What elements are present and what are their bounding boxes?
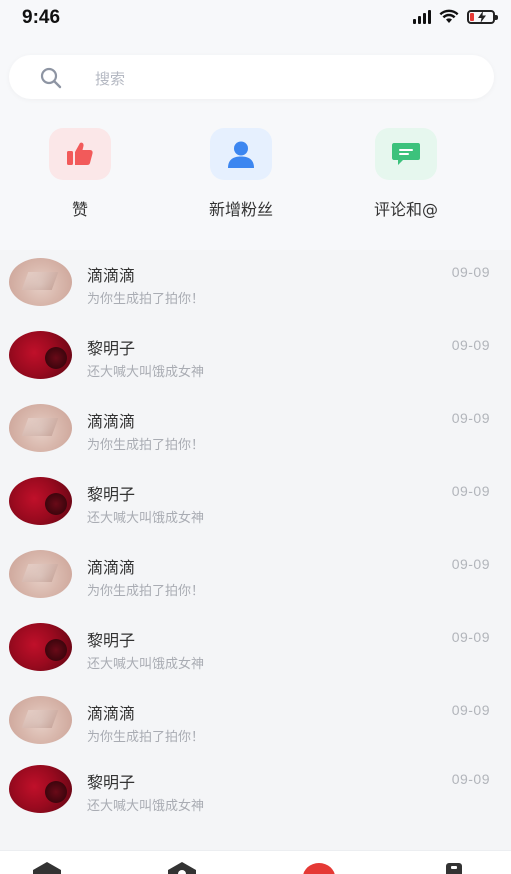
message-date: 09-09 <box>451 410 490 426</box>
quick-action-label: 评论和@ <box>373 200 438 219</box>
quick-actions: 赞 新增粉丝 评论和@ <box>0 128 511 228</box>
avatar <box>9 331 72 379</box>
message-list: 滴滴滴 为你生成拍了拍你！ 09-09 黎明子 还大喊大叫饿成女神 09-09 … <box>0 250 511 830</box>
message-row[interactable]: 黎明子 还大喊大叫饿成女神 09-09 <box>0 469 511 542</box>
message-preview: 为你生成拍了拍你！ <box>87 730 205 745</box>
avatar <box>9 765 72 813</box>
signal-icon <box>413 9 431 24</box>
comments-icon-box <box>375 128 437 180</box>
thumbs-up-icon <box>67 142 93 165</box>
status-bar: 9:46 <box>0 0 511 36</box>
search-bar[interactable]: 搜索 <box>9 55 494 99</box>
message-preview: 为你生成拍了拍你！ <box>87 438 205 453</box>
sender-name: 滴滴滴 <box>87 704 136 723</box>
message-row[interactable]: 滴滴滴 为你生成拍了拍你！ 09-09 <box>0 688 511 757</box>
message-date: 09-09 <box>451 702 490 718</box>
message-row[interactable]: 黎明子 还大喊大叫饿成女神 09-09 <box>0 323 511 396</box>
message-preview: 还大喊大叫饿成女神 <box>87 799 205 814</box>
publish-icon[interactable] <box>302 861 336 874</box>
message-date: 09-09 <box>451 264 490 280</box>
message-preview: 为你生成拍了拍你！ <box>87 292 205 307</box>
avatar <box>9 477 72 525</box>
message-date: 09-09 <box>451 556 490 572</box>
message-date: 09-09 <box>451 771 490 787</box>
messages-page: 9:46 搜索 赞 新增粉丝 评论和@ 滴滴滴 为你生成拍了拍你！ 09-09 … <box>0 0 511 874</box>
quick-action-new-fans[interactable]: 新增粉丝 <box>166 128 316 220</box>
sender-name: 滴滴滴 <box>87 412 136 431</box>
sender-name: 滴滴滴 <box>87 558 136 577</box>
sender-name: 黎明子 <box>87 485 136 504</box>
search-icon <box>40 67 62 89</box>
message-row[interactable]: 滴滴滴 为你生成拍了拍你！ 09-09 <box>0 396 511 469</box>
sender-name: 滴滴滴 <box>87 266 136 285</box>
battery-icon <box>467 9 498 24</box>
message-row[interactable]: 黎明子 还大喊大叫饿成女神 09-09 <box>0 615 511 688</box>
status-time: 9:46 <box>22 7 61 28</box>
message-row[interactable]: 滴滴滴 为你生成拍了拍你！ 09-09 <box>0 542 511 615</box>
message-date: 09-09 <box>451 483 490 499</box>
home-icon[interactable] <box>31 861 63 874</box>
avatar <box>9 404 72 452</box>
bottom-tab-bar <box>0 850 511 874</box>
likes-icon-box <box>49 128 111 180</box>
message-preview: 还大喊大叫饿成女神 <box>87 511 205 526</box>
message-date: 09-09 <box>451 629 490 645</box>
discover-icon[interactable] <box>166 861 198 874</box>
avatar <box>9 258 72 306</box>
status-icons <box>413 9 498 24</box>
avatar <box>9 550 72 598</box>
quick-action-label: 赞 <box>71 200 88 219</box>
quick-action-comments[interactable]: 评论和@ <box>331 128 481 220</box>
message-row[interactable]: 黎明子 还大喊大叫饿成女神 09-09 <box>0 757 511 830</box>
user-icon <box>228 141 254 168</box>
message-date: 09-09 <box>451 337 490 353</box>
message-preview: 还大喊大叫饿成女神 <box>87 365 205 380</box>
avatar <box>9 696 72 744</box>
message-preview: 还大喊大叫饿成女神 <box>87 657 205 672</box>
search-placeholder: 搜索 <box>95 70 126 88</box>
message-row[interactable]: 滴滴滴 为你生成拍了拍你！ 09-09 <box>0 250 511 323</box>
avatar <box>9 623 72 671</box>
comment-icon <box>392 143 420 165</box>
message-preview: 为你生成拍了拍你！ <box>87 584 205 599</box>
sender-name: 黎明子 <box>87 339 136 358</box>
wifi-icon <box>439 9 459 23</box>
quick-action-likes[interactable]: 赞 <box>5 128 155 220</box>
profile-icon[interactable] <box>443 861 465 874</box>
sender-name: 黎明子 <box>87 631 136 650</box>
sender-name: 黎明子 <box>87 773 136 792</box>
quick-action-label: 新增粉丝 <box>208 200 273 219</box>
new-fans-icon-box <box>210 128 272 180</box>
